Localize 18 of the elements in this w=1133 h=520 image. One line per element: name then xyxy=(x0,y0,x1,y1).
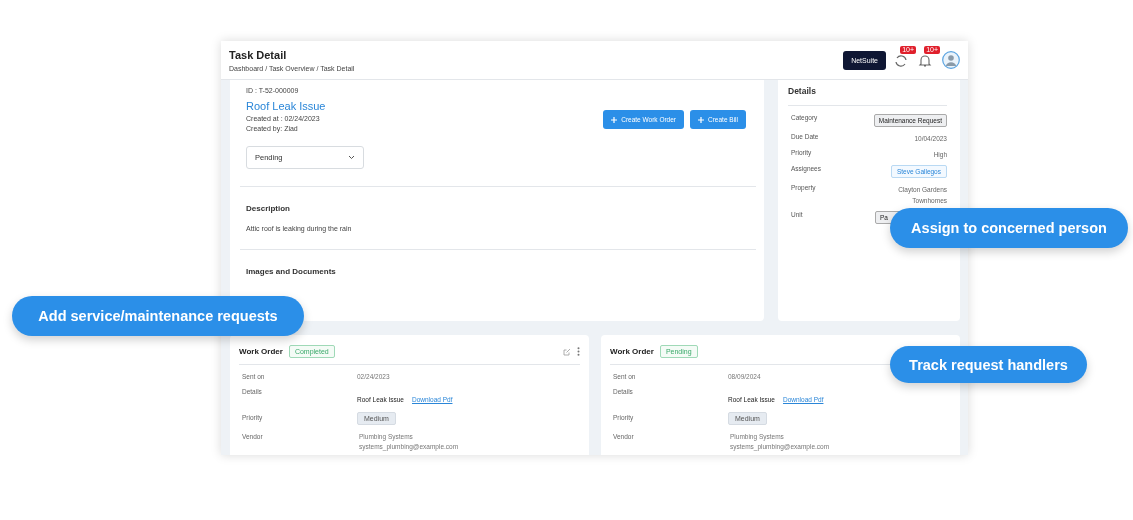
page-title: Task Detail xyxy=(229,48,288,61)
details-title: Details xyxy=(788,84,947,106)
task-title: Roof Leak Issue xyxy=(246,100,326,112)
callout-bubble: Track request handlers xyxy=(890,346,1087,383)
avatar[interactable] xyxy=(942,51,960,69)
edit-icon[interactable] xyxy=(563,347,571,356)
section-heading: Images and Documents xyxy=(246,267,337,276)
card-title: Work Order xyxy=(239,347,283,356)
plus-icon xyxy=(698,116,704,123)
chevron-down-icon xyxy=(348,155,355,160)
callout-bubble: Assign to concerned person xyxy=(890,208,1128,248)
section-heading: Description xyxy=(246,204,291,213)
refresh-icon[interactable] xyxy=(894,54,908,68)
plus-icon xyxy=(611,116,618,123)
callout-bubble: Add service/maintenance requests xyxy=(12,296,304,336)
more-icon[interactable] xyxy=(577,347,580,356)
card-title: Work Order xyxy=(610,347,654,356)
bell-icon[interactable] xyxy=(918,54,932,68)
